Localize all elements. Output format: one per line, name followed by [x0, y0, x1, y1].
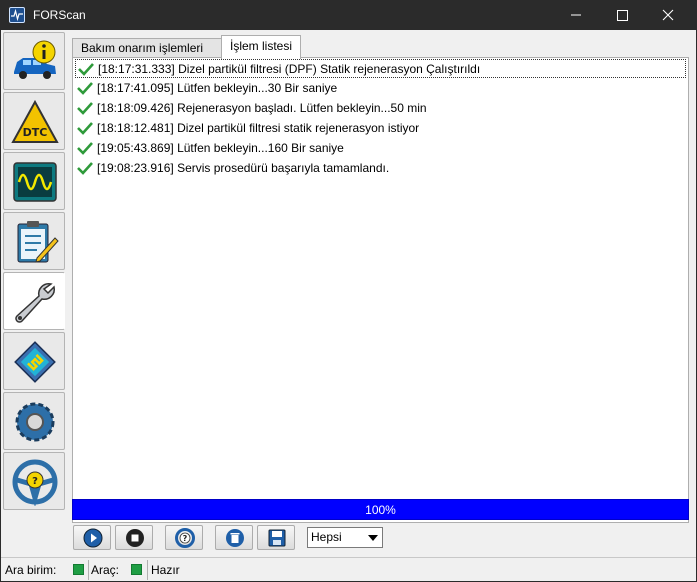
wrench-icon — [15, 282, 56, 323]
status-bar: Ara birim: Araç: Hazır — [1, 557, 696, 581]
status-divider — [147, 560, 148, 580]
log-row[interactable]: [19:05:43.869] Lütfen bekleyin...160 Bir… — [75, 139, 686, 158]
operation-log-panel[interactable]: [18:17:31.333] Dizel partikül filtresi (… — [72, 57, 689, 523]
log-row-text: [19:05:43.869] Lütfen bekleyin...160 Bir… — [97, 141, 344, 155]
delete-icon — [226, 529, 244, 547]
clear-log-button[interactable] — [215, 525, 253, 550]
sidebar-item-tests[interactable] — [3, 212, 65, 270]
checklist-icon — [17, 221, 59, 263]
steering-help-icon: ? — [12, 459, 58, 506]
filter-select-value: Hepsi — [311, 530, 342, 544]
gear-icon — [15, 402, 55, 442]
check-icon — [77, 142, 93, 155]
log-row-text: [18:18:12.481] Dizel partikül filtresi s… — [97, 121, 420, 135]
chip-icon — [14, 341, 56, 383]
check-icon — [78, 63, 94, 76]
sidebar: DTC ? — [3, 30, 67, 514]
tab-operation-list[interactable]: İşlem listesi — [221, 35, 301, 59]
help-button[interactable]: ? — [165, 525, 203, 550]
log-row[interactable]: [18:17:31.333] Dizel partikül filtresi (… — [75, 59, 686, 78]
title-bar: FORScan — [0, 0, 697, 30]
stop-button[interactable] — [115, 525, 153, 550]
chevron-down-icon — [368, 535, 378, 541]
maximize-button[interactable] — [599, 0, 645, 30]
log-row-text: [19:08:23.916] Servis prosedürü başarıyl… — [97, 161, 390, 175]
sidebar-item-settings[interactable] — [3, 392, 65, 450]
car-info-icon — [14, 40, 56, 79]
status-divider — [88, 560, 89, 580]
action-toolbar: ? Hepsi — [72, 525, 402, 551]
sidebar-item-configuration[interactable] — [3, 332, 65, 390]
main-window: DTC ? Bakım onarım işlemleri İşlem liste… — [1, 30, 696, 581]
sidebar-item-vehicle-info[interactable] — [3, 32, 65, 90]
check-icon — [77, 82, 93, 95]
close-button[interactable] — [645, 0, 691, 30]
svg-text:?: ? — [32, 476, 38, 487]
tab-maintenance-procedures[interactable]: Bakım onarım işlemleri — [72, 38, 222, 58]
interface-label: Ara birim: — [5, 563, 57, 577]
save-icon — [268, 529, 286, 547]
sidebar-item-help[interactable]: ? — [3, 452, 65, 510]
log-row[interactable]: [19:08:23.916] Servis prosedürü başarıyl… — [75, 159, 686, 178]
status-text: Hazır — [151, 563, 180, 577]
filter-select[interactable]: Hepsi — [307, 527, 383, 548]
interface-status-indicator — [73, 564, 84, 575]
oscilloscope-icon — [13, 162, 57, 202]
run-button[interactable] — [73, 525, 111, 550]
log-row[interactable]: [18:18:12.481] Dizel partikül filtresi s… — [75, 119, 686, 138]
svg-text:DTC: DTC — [23, 126, 48, 139]
progress-bar: 100% — [72, 499, 689, 520]
vehicle-status-indicator — [131, 564, 142, 575]
log-row-text: [18:17:41.095] Lütfen bekleyin...30 Bir … — [97, 81, 338, 95]
sidebar-item-service[interactable] — [3, 272, 65, 330]
log-row[interactable]: [18:18:09.426] Rejenerasyon başladı. Lüt… — [75, 99, 686, 118]
sidebar-item-oscilloscope[interactable] — [3, 152, 65, 210]
vehicle-label: Araç: — [91, 563, 120, 577]
save-button[interactable] — [257, 525, 295, 550]
dtc-warning-icon: DTC — [11, 99, 59, 143]
check-icon — [77, 122, 93, 135]
log-row[interactable]: [18:17:41.095] Lütfen bekleyin...30 Bir … — [75, 79, 686, 98]
sidebar-item-dtc[interactable]: DTC — [3, 92, 65, 150]
log-row-text: [18:18:09.426] Rejenerasyon başladı. Lüt… — [97, 101, 427, 115]
window-title: FORScan — [33, 8, 86, 22]
app-logo-icon — [9, 7, 25, 23]
check-icon — [77, 102, 93, 115]
help-lifebuoy-icon: ? — [175, 528, 195, 548]
play-icon — [83, 528, 103, 548]
check-icon — [77, 162, 93, 175]
log-row-text: [18:17:31.333] Dizel partikül filtresi (… — [98, 62, 481, 76]
stop-icon — [126, 529, 144, 547]
minimize-button[interactable] — [553, 0, 599, 30]
svg-text:?: ? — [183, 534, 188, 543]
progress-label: 100% — [365, 503, 396, 517]
